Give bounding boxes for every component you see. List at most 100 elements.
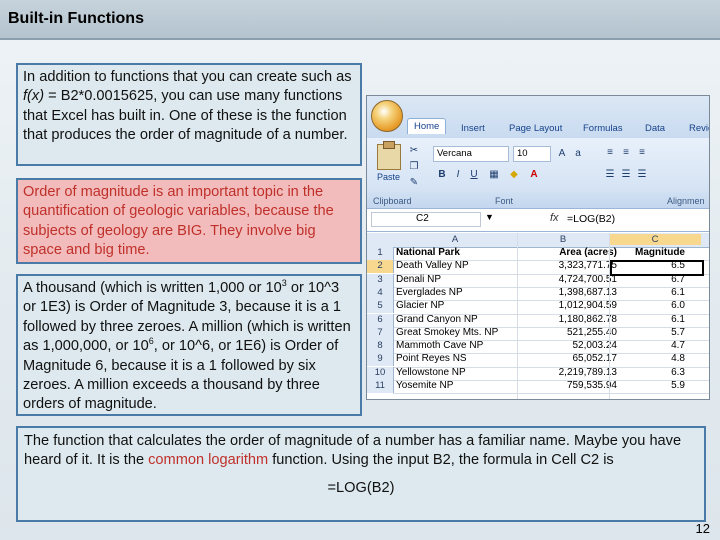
align-right-icon[interactable]: ☰ — [635, 168, 649, 182]
formula-bar: C2 ▼ fx =LOG(B2) — [367, 209, 709, 232]
table-row: 4 Everglades NP 1,398,687.13 6.1 — [367, 286, 709, 300]
paste-icon[interactable] — [377, 141, 401, 170]
grow-font-icon[interactable]: A — [555, 147, 569, 161]
tab-page-layout[interactable]: Page Layout — [509, 123, 562, 134]
cell-c[interactable]: 6.3 — [625, 367, 685, 378]
align-left-icon[interactable]: ☰ — [603, 168, 617, 182]
tab-review[interactable]: Review — [689, 123, 709, 134]
copy-icon[interactable]: ❐ — [407, 160, 421, 174]
cell-c[interactable]: 4.7 — [625, 340, 685, 351]
tab-data[interactable]: Data — [645, 123, 665, 134]
name-box-dropdown-icon[interactable]: ▼ — [485, 212, 494, 222]
align-top-icon[interactable]: ≡ — [603, 146, 617, 160]
cell-a[interactable]: Denali NP — [396, 274, 441, 285]
cell-a[interactable]: Everglades NP — [396, 287, 463, 298]
cell-c[interactable]: 5.9 — [625, 380, 685, 391]
cell-c[interactable]: Magnitude — [625, 247, 685, 258]
ribbon-tabs: Home Insert Page Layout Formulas Data Re… — [367, 96, 709, 139]
cell-a[interactable]: Great Smokey Mts. NP — [396, 327, 498, 338]
ribbon-body: Paste ✂ ❐ ✎ Vercana 10 A a B I U ▦ ◆ A ≡… — [367, 138, 709, 209]
row-number[interactable]: 8 — [367, 340, 394, 354]
table-row: 6 Grand Canyon NP 1,180,862.78 6.1 — [367, 313, 709, 327]
fill-color-icon[interactable]: ◆ — [507, 168, 521, 182]
cell-a[interactable]: Yosemite NP — [396, 380, 453, 391]
intro-fx: f(x) — [23, 88, 45, 105]
column-header-b[interactable]: B — [517, 234, 609, 245]
thousand-text-1: A thousand (which is written 1,000 or 10 — [23, 280, 282, 296]
intro-text-box: In addition to functions that you can cr… — [16, 63, 362, 166]
row-number[interactable]: 1 — [367, 247, 394, 260]
fx-label[interactable]: fx — [550, 212, 559, 224]
cell-c[interactable]: 6.0 — [625, 300, 685, 311]
table-row: 5 Glacier NP 1,012,904.59 6.0 — [367, 300, 709, 314]
tab-formulas[interactable]: Formulas — [583, 123, 623, 134]
cell-c[interactable]: 5.7 — [625, 327, 685, 338]
cell-b[interactable]: 1,398,687.13 — [517, 287, 617, 298]
cell-a[interactable]: Death Valley NP — [396, 260, 469, 271]
font-size-select[interactable]: 10 — [513, 146, 551, 162]
cell-a[interactable]: Grand Canyon NP — [396, 314, 478, 325]
cell-a[interactable]: Glacier NP — [396, 300, 444, 311]
cell-b[interactable]: 1,180,862.78 — [517, 314, 617, 325]
row-number[interactable]: 6 — [367, 313, 394, 327]
row-number[interactable]: 11 — [367, 380, 394, 393]
cell-b[interactable]: 521,255.40 — [517, 327, 617, 338]
page-number: 12 — [695, 521, 710, 536]
cell-b[interactable]: 759,535.94 — [517, 380, 617, 391]
cell-c[interactable]: 6.1 — [625, 287, 685, 298]
cell-c[interactable]: 6.1 — [625, 314, 685, 325]
row-number[interactable]: 4 — [367, 286, 394, 300]
font-name-select[interactable]: Vercana — [433, 146, 509, 162]
bold-icon[interactable]: B — [435, 168, 449, 182]
font-group-label: Font — [495, 196, 514, 206]
cell-b[interactable]: 2,219,789.13 — [517, 367, 617, 378]
cell-b[interactable]: 3,323,771.75 — [517, 260, 617, 271]
paste-label[interactable]: Paste — [377, 172, 400, 182]
column-divider-ab — [517, 233, 518, 399]
cell-a[interactable]: Yellowstone NP — [396, 367, 466, 378]
intro-text-a: In addition to functions that you can cr… — [23, 69, 352, 85]
cut-icon[interactable]: ✂ — [407, 144, 421, 158]
table-row: 7 Great Smokey Mts. NP 521,255.40 5.7 — [367, 326, 709, 340]
cell-b[interactable]: 1,012,904.59 — [517, 300, 617, 311]
alignment-group-label: Alignmen — [667, 196, 705, 206]
row-number[interactable]: 10 — [367, 366, 394, 380]
column-header-a[interactable]: A — [393, 234, 517, 245]
underline-icon[interactable]: U — [467, 168, 481, 182]
row-number[interactable]: 7 — [367, 326, 394, 340]
cell-a[interactable]: Mammoth Cave NP — [396, 340, 483, 351]
align-center-icon[interactable]: ☰ — [619, 168, 633, 182]
row-number[interactable]: 9 — [367, 353, 394, 367]
shrink-font-icon[interactable]: a — [571, 147, 585, 161]
italic-icon[interactable]: I — [451, 168, 465, 182]
format-painter-icon[interactable]: ✎ — [407, 176, 421, 190]
log-formula: =LOG(B2) — [327, 479, 395, 496]
cell-a[interactable]: Point Reyes NS — [396, 353, 467, 364]
tab-home[interactable]: Home — [407, 118, 447, 134]
align-bottom-icon[interactable]: ≡ — [635, 146, 649, 160]
cell-b[interactable]: 52,003.24 — [517, 340, 618, 351]
borders-icon[interactable]: ▦ — [487, 168, 501, 182]
cell-c[interactable]: 4.8 — [625, 353, 685, 364]
row-number[interactable]: 2 — [367, 260, 394, 274]
column-header-row: A B C — [367, 233, 709, 248]
clipboard-group-label: Clipboard — [373, 196, 412, 206]
table-row: 11 Yosemite NP 759,535.94 5.9 — [367, 380, 709, 393]
row-number[interactable]: 5 — [367, 300, 394, 314]
cell-a[interactable]: National Park — [396, 247, 460, 258]
align-middle-icon[interactable]: ≡ — [619, 146, 633, 160]
office-button-icon[interactable] — [371, 100, 403, 132]
font-color-icon[interactable]: A — [527, 168, 541, 182]
grid-line — [393, 393, 709, 395]
cell-b[interactable]: 65,052.17 — [517, 353, 618, 364]
column-header-c[interactable]: C — [609, 234, 701, 245]
log-text-2: function. Using the input B2, the formul… — [268, 452, 614, 469]
tab-insert[interactable]: Insert — [461, 123, 485, 134]
formula-input[interactable]: =LOG(B2) — [567, 213, 615, 225]
selected-cell-c2[interactable] — [610, 260, 704, 276]
log-function-box: The function that calculates the order o… — [16, 426, 706, 522]
cell-b[interactable]: 4,724,700.51 — [517, 274, 617, 285]
name-box[interactable]: C2 — [371, 212, 481, 227]
cell-b[interactable]: Area (acres) — [517, 247, 617, 258]
row-number[interactable]: 3 — [367, 273, 394, 287]
